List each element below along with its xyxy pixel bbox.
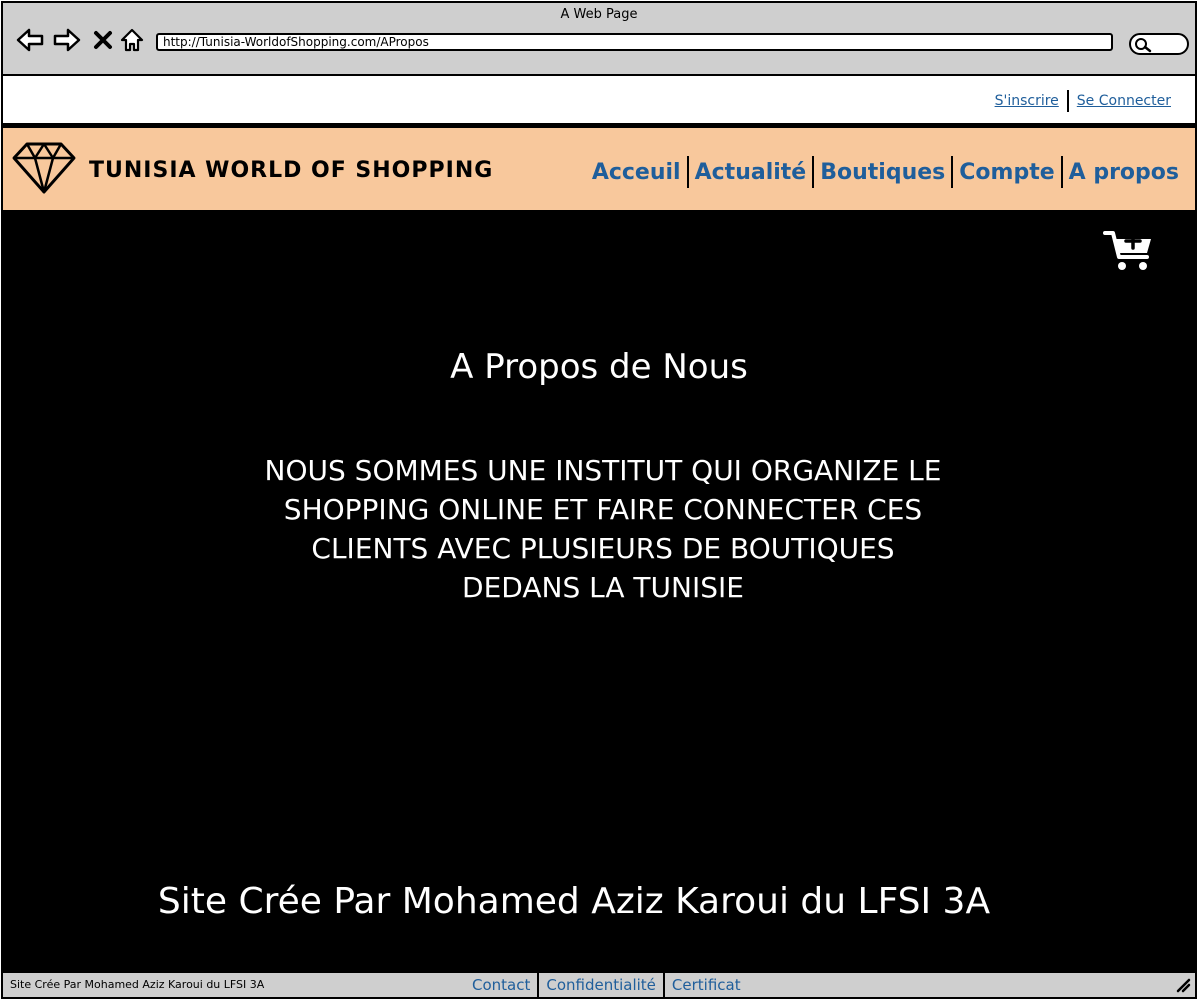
back-button[interactable]: [15, 25, 45, 55]
footer-confidentialite[interactable]: Confidentialité: [539, 976, 663, 994]
arrow-right-icon: [53, 28, 81, 52]
page-title: A Propos de Nous: [450, 347, 748, 387]
main-nav: Acceuil Actualité Boutiques Compte A pro…: [586, 156, 1185, 188]
nav-acceuil[interactable]: Acceuil: [586, 160, 687, 185]
search-icon: [1135, 38, 1152, 53]
window-title: A Web Page: [560, 7, 638, 22]
browser-search[interactable]: [1129, 33, 1189, 55]
close-icon: [94, 31, 112, 49]
resize-grip-icon[interactable]: [1175, 977, 1191, 997]
about-text: NOUS SOMMES UNE INSTITUT QUI ORGANIZE LE…: [264, 454, 942, 604]
forward-button[interactable]: [52, 25, 82, 55]
site-credit: Site Crée Par Mohamed Aziz Karoui du LFS…: [157, 881, 991, 922]
add-to-cart-icon[interactable]: [1103, 229, 1155, 277]
nav-boutiques[interactable]: Boutiques: [814, 160, 951, 185]
signup-link[interactable]: S'inscrire: [995, 93, 1059, 109]
nav-a-propos[interactable]: A propos: [1063, 160, 1185, 185]
footer-certificat[interactable]: Certificat: [665, 976, 748, 994]
home-button[interactable]: [117, 25, 147, 55]
divider: [1066, 90, 1069, 112]
stop-button[interactable]: [88, 25, 118, 55]
browser-window: A Web Page http://Tunisia-WorldofShoppin…: [1, 1, 1197, 999]
home-icon: [120, 28, 144, 52]
status-bar: Site Crée Par Mohamed Aziz Karoui du LFS…: [3, 971, 1195, 997]
address-bar[interactable]: http://Tunisia-WorldofShopping.com/AProp…: [156, 33, 1113, 51]
login-link[interactable]: Se Connecter: [1077, 93, 1171, 109]
auth-links: S'inscrire Se Connecter: [995, 90, 1171, 112]
footer-links: Contact Confidentialité Certificat: [465, 973, 748, 997]
nav-compte[interactable]: Compte: [953, 160, 1060, 185]
arrow-left-icon: [16, 28, 44, 52]
nav-actualite[interactable]: Actualité: [689, 160, 813, 185]
diamond-logo-icon[interactable]: [11, 140, 77, 200]
browser-chrome: A Web Page http://Tunisia-WorldofShoppin…: [3, 3, 1195, 76]
footer-contact[interactable]: Contact: [465, 976, 537, 994]
auth-bar: S'inscrire Se Connecter: [3, 76, 1195, 125]
status-text: Site Crée Par Mohamed Aziz Karoui du LFS…: [10, 978, 265, 991]
brand-name: TUNISIA WORLD OF SHOPPING: [89, 158, 494, 183]
site-header: TUNISIA WORLD OF SHOPPING Acceuil Actual…: [3, 126, 1195, 212]
